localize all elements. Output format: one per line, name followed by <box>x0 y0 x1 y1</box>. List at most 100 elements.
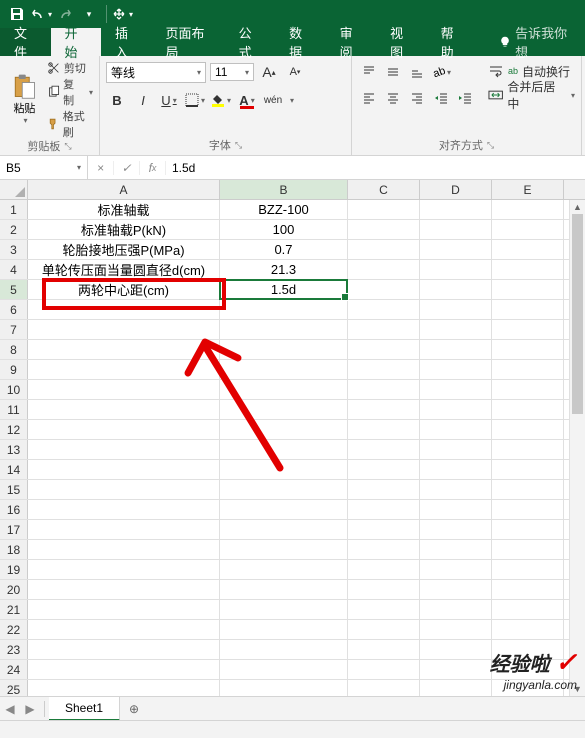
cell[interactable] <box>348 380 420 399</box>
cell[interactable] <box>220 520 348 539</box>
tab-review[interactable]: 审阅 <box>326 28 377 56</box>
tab-insert[interactable]: 插入 <box>101 28 152 56</box>
cell[interactable] <box>492 600 564 619</box>
scroll-down-icon[interactable]: ▼ <box>570 682 585 696</box>
cell[interactable] <box>420 320 492 339</box>
cell[interactable] <box>420 660 492 679</box>
scroll-thumb[interactable] <box>572 214 583 414</box>
redo-icon[interactable] <box>54 3 76 25</box>
cell[interactable] <box>420 540 492 559</box>
row-header[interactable]: 11 <box>0 400 28 419</box>
cell[interactable] <box>420 560 492 579</box>
cell-a3[interactable]: 轮胎接地压强P(MPa) <box>28 240 220 259</box>
tab-data[interactable]: 数据 <box>275 28 326 56</box>
add-sheet-button[interactable]: ⊕ <box>120 702 148 716</box>
cell-b1[interactable]: BZZ-100 <box>220 200 348 219</box>
cell-b5[interactable]: 1.5d <box>220 280 348 299</box>
cell[interactable] <box>348 200 420 219</box>
decrease-indent-button[interactable] <box>430 87 452 109</box>
tab-home[interactable]: 开始 <box>51 28 102 56</box>
cut-button[interactable]: 剪切 <box>47 60 93 76</box>
bold-button[interactable]: B <box>106 89 128 111</box>
cell-a5[interactable]: 两轮中心距(cm) <box>28 280 220 299</box>
paste-button[interactable]: 粘贴 ▾ <box>6 60 43 136</box>
cell[interactable] <box>28 420 220 439</box>
cell[interactable] <box>420 380 492 399</box>
cell[interactable] <box>28 560 220 579</box>
sheet-prev-icon[interactable]: ◀ <box>0 702 20 716</box>
cell-a4[interactable]: 单轮传压面当量圆直径d(cm) <box>28 260 220 279</box>
touch-mode-icon[interactable]: ▾ <box>111 3 133 25</box>
row-header[interactable]: 17 <box>0 520 28 539</box>
cell[interactable] <box>28 440 220 459</box>
row-header[interactable]: 16 <box>0 500 28 519</box>
align-center-button[interactable] <box>382 87 404 109</box>
cell[interactable] <box>28 340 220 359</box>
cell[interactable] <box>420 520 492 539</box>
cell[interactable] <box>220 380 348 399</box>
cell[interactable] <box>492 260 564 279</box>
cell[interactable] <box>492 480 564 499</box>
cell[interactable] <box>220 640 348 659</box>
tell-me[interactable]: 告诉我你想 <box>485 28 585 56</box>
cell[interactable] <box>220 600 348 619</box>
cell[interactable] <box>492 240 564 259</box>
cell[interactable] <box>348 320 420 339</box>
cell[interactable] <box>28 320 220 339</box>
sheet-next-icon[interactable]: ▶ <box>20 702 40 716</box>
name-box[interactable]: B5▾ <box>0 156 88 179</box>
undo-icon[interactable]: ▾ <box>30 3 52 25</box>
cell[interactable] <box>420 200 492 219</box>
cell[interactable] <box>348 340 420 359</box>
row-header[interactable]: 1 <box>0 200 28 219</box>
cell[interactable] <box>28 600 220 619</box>
cell[interactable] <box>420 620 492 639</box>
cell[interactable] <box>420 340 492 359</box>
font-color-button[interactable]: A▾ <box>236 89 258 111</box>
cell[interactable] <box>492 460 564 479</box>
cell[interactable] <box>420 480 492 499</box>
row-header[interactable]: 12 <box>0 420 28 439</box>
cell-b2[interactable]: 100 <box>220 220 348 239</box>
cell[interactable] <box>220 620 348 639</box>
cell[interactable] <box>420 420 492 439</box>
vertical-scrollbar[interactable]: ▲ ▼ <box>569 200 585 696</box>
cell[interactable] <box>220 400 348 419</box>
font-launcher-icon[interactable]: ⤡ <box>235 140 242 151</box>
cell[interactable] <box>348 660 420 679</box>
cell[interactable] <box>492 400 564 419</box>
cell[interactable] <box>28 540 220 559</box>
cell[interactable] <box>348 400 420 419</box>
cell[interactable] <box>220 320 348 339</box>
cell[interactable] <box>220 560 348 579</box>
cell[interactable] <box>220 480 348 499</box>
align-right-button[interactable] <box>406 87 428 109</box>
cell[interactable] <box>348 300 420 319</box>
row-header[interactable]: 14 <box>0 460 28 479</box>
col-header-a[interactable]: A <box>28 180 220 199</box>
alignment-launcher-icon[interactable]: ⤡ <box>487 140 494 151</box>
cell[interactable] <box>492 640 564 659</box>
cell[interactable] <box>348 240 420 259</box>
col-header-c[interactable]: C <box>348 180 420 199</box>
cell[interactable] <box>492 500 564 519</box>
cell[interactable] <box>420 440 492 459</box>
cell[interactable] <box>220 540 348 559</box>
tab-help[interactable]: 帮助 <box>427 28 478 56</box>
cell[interactable] <box>220 460 348 479</box>
cell-b4[interactable]: 21.3 <box>220 260 348 279</box>
font-size-select[interactable]: 11▾ <box>210 63 254 81</box>
cell[interactable] <box>220 440 348 459</box>
cell[interactable] <box>420 300 492 319</box>
col-header-b[interactable]: B <box>220 180 348 199</box>
sheet-tab-sheet1[interactable]: Sheet1 <box>49 697 120 721</box>
cell[interactable] <box>420 500 492 519</box>
row-header[interactable]: 9 <box>0 360 28 379</box>
cell[interactable] <box>348 260 420 279</box>
cell[interactable] <box>28 460 220 479</box>
cell[interactable] <box>220 340 348 359</box>
cell[interactable] <box>492 440 564 459</box>
row-header[interactable]: 10 <box>0 380 28 399</box>
cell[interactable] <box>348 480 420 499</box>
cell[interactable] <box>348 560 420 579</box>
